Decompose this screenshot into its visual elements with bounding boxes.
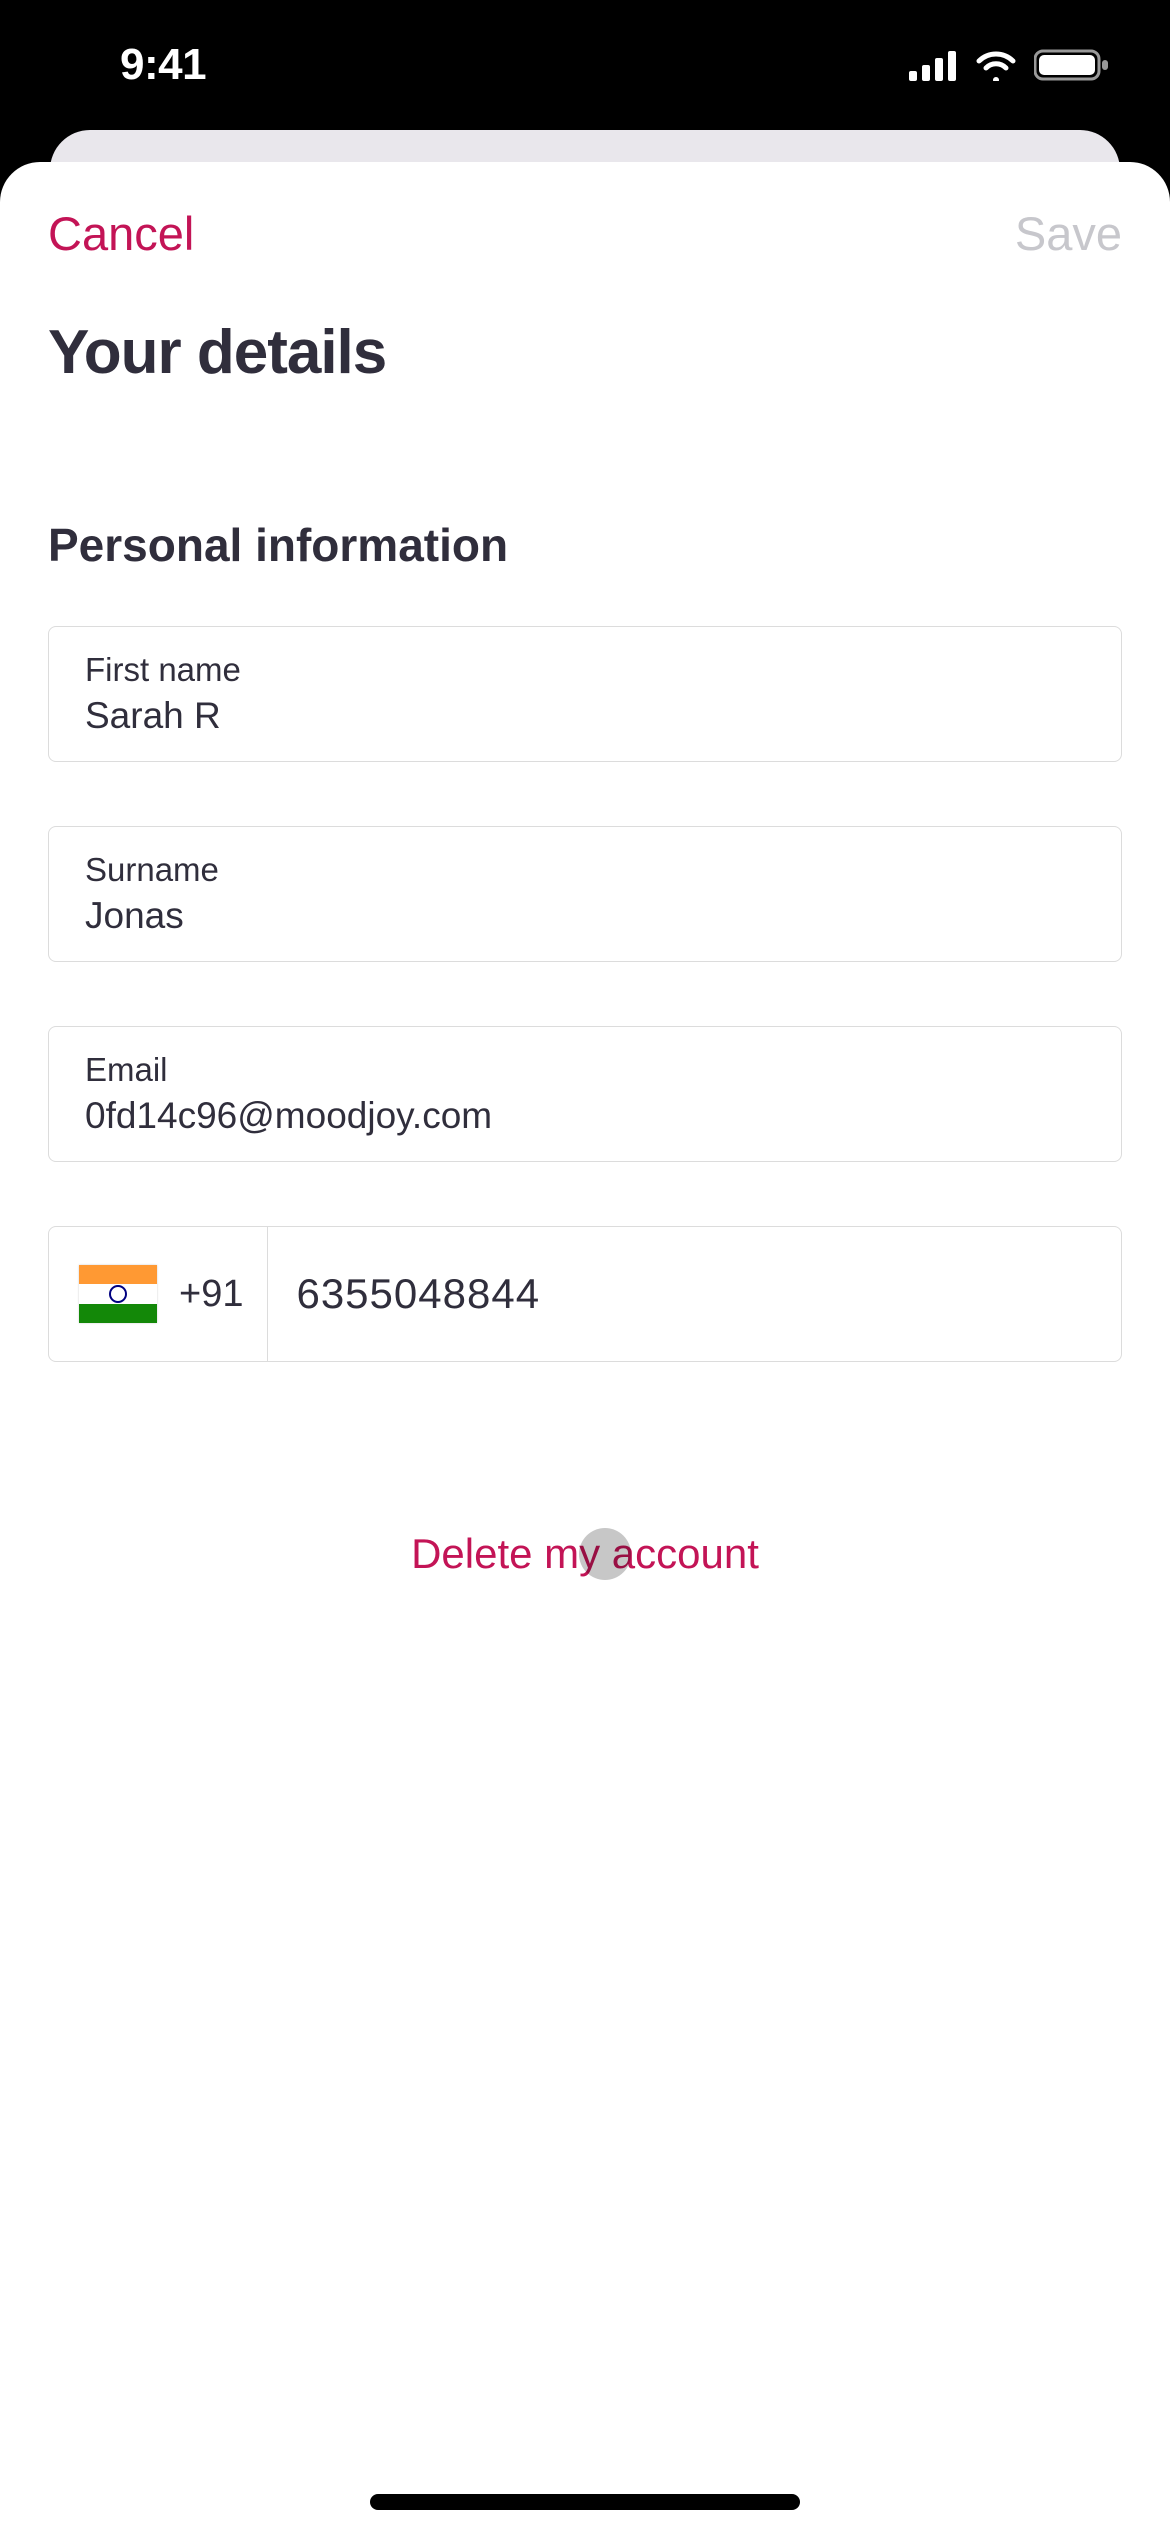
cancel-button[interactable]: Cancel	[48, 206, 194, 261]
section-heading-personal-info: Personal information	[0, 388, 1170, 572]
phone-field: +91 6355048844	[48, 1226, 1122, 1362]
country-code-picker[interactable]: +91	[49, 1227, 268, 1361]
surname-label: Surname	[85, 851, 1085, 889]
battery-icon	[1034, 48, 1110, 82]
wifi-icon	[974, 49, 1018, 81]
status-indicators	[909, 48, 1110, 82]
fields-container: First name Sarah R Surname Jonas Email 0…	[0, 572, 1170, 1578]
home-indicator[interactable]	[370, 2494, 800, 2510]
first-name-field[interactable]: First name Sarah R	[48, 626, 1122, 762]
modal-sheet: Cancel Save Your details Personal inform…	[0, 162, 1170, 2532]
status-time: 9:41	[120, 40, 206, 90]
email-field[interactable]: Email 0fd14c96@moodjoy.com	[48, 1026, 1122, 1162]
surname-field[interactable]: Surname Jonas	[48, 826, 1122, 962]
surname-value: Jonas	[85, 895, 1085, 937]
phone-number-value: 6355048844	[296, 1270, 540, 1318]
nav-bar: Cancel Save	[0, 162, 1170, 295]
phone-number-input[interactable]: 6355048844	[268, 1227, 1121, 1361]
first-name-value: Sarah R	[85, 695, 1085, 737]
first-name-label: First name	[85, 651, 1085, 689]
dial-code: +91	[179, 1273, 243, 1316]
delete-account-button[interactable]: Delete my account	[48, 1530, 1122, 1578]
cellular-signal-icon	[909, 49, 958, 81]
india-flag-icon	[79, 1265, 157, 1323]
page-title: Your details	[0, 295, 1170, 388]
email-label: Email	[85, 1051, 1085, 1089]
save-button[interactable]: Save	[1015, 206, 1122, 261]
email-value: 0fd14c96@moodjoy.com	[85, 1095, 1085, 1137]
status-bar: 9:41	[0, 0, 1170, 130]
delete-account-label: Delete my account	[411, 1530, 759, 1577]
